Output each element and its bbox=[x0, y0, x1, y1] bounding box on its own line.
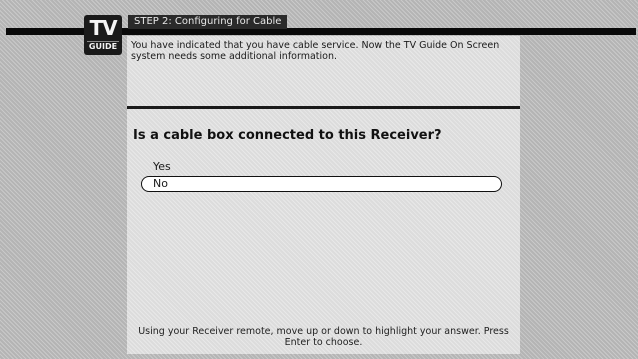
logo-main-text: TV bbox=[89, 16, 117, 40]
intro-text: You have indicated that you have cable s… bbox=[131, 40, 500, 62]
tv-guide-logo: TV GUIDE bbox=[84, 15, 122, 55]
option-no-selected[interactable]: No bbox=[141, 176, 502, 192]
help-text: Using your Receiver remote, move up or d… bbox=[138, 326, 509, 348]
question-heading: Is a cable box connected to this Receive… bbox=[133, 128, 442, 143]
logo-sub-text: GUIDE bbox=[87, 41, 119, 51]
step-title: STEP 2: Configuring for Cable bbox=[128, 15, 288, 29]
divider bbox=[127, 106, 520, 109]
setup-panel: You have indicated that you have cable s… bbox=[127, 36, 520, 354]
option-yes[interactable]: Yes bbox=[153, 159, 171, 175]
